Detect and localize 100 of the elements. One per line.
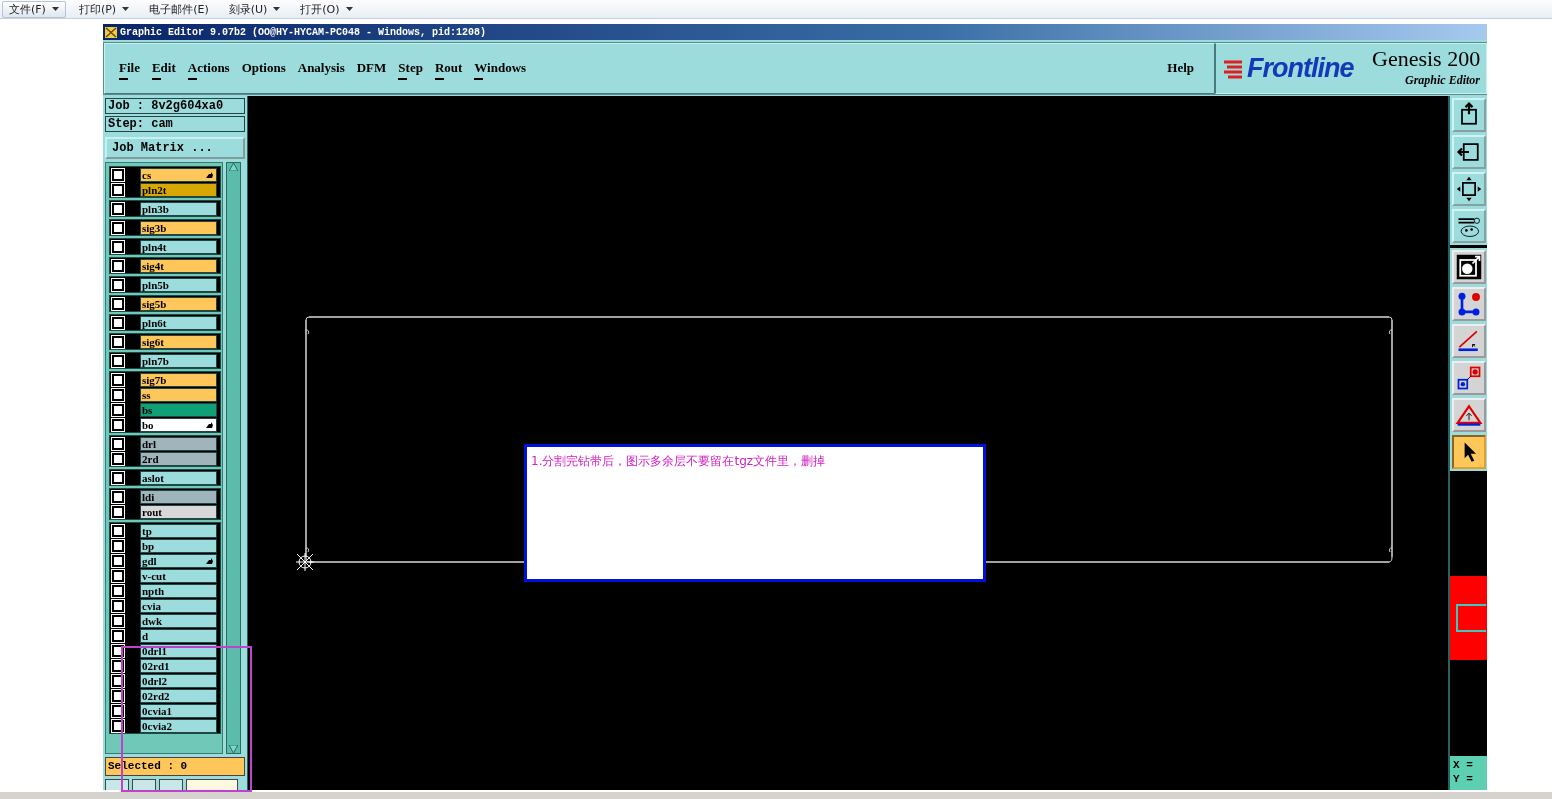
layer-checkbox[interactable]: [112, 704, 124, 717]
toolbar-menu-button[interactable]: 打印(P): [71, 0, 137, 18]
app-icon: [105, 26, 117, 38]
toolbar-menu-button[interactable]: 打开(O): [293, 0, 360, 18]
layer-name[interactable]: npth: [140, 583, 217, 598]
layer-checkbox[interactable]: [112, 278, 124, 291]
job-matrix-button[interactable]: Job Matrix ...: [105, 137, 245, 159]
help-menu[interactable]: Help: [1161, 56, 1200, 81]
layer-name[interactable]: aslot: [140, 470, 217, 485]
layer-checkbox[interactable]: [112, 689, 124, 702]
layer-name[interactable]: tp: [140, 523, 217, 538]
layer-name[interactable]: cs: [140, 167, 217, 182]
layer-checkbox[interactable]: [112, 674, 124, 687]
layer-checkbox[interactable]: [112, 221, 124, 234]
menu-item[interactable]: File: [113, 56, 146, 81]
layer-name[interactable]: sig3b: [140, 220, 217, 235]
menu-item[interactable]: Edit: [145, 56, 182, 81]
layer-checkbox[interactable]: [112, 297, 124, 310]
layer-checkbox[interactable]: [112, 629, 124, 642]
product-subtitle: Graphic Editor: [1405, 73, 1480, 88]
layer-name[interactable]: sig4t: [140, 258, 217, 273]
layer-name[interactable]: cvia: [140, 598, 217, 613]
layer-checkbox[interactable]: [112, 183, 124, 196]
layer-checkbox[interactable]: [112, 569, 124, 582]
layer-name[interactable]: dwk: [140, 613, 217, 628]
job-name: Job : 8v2g604xa0: [105, 98, 245, 114]
menu-item[interactable]: Actions: [181, 56, 236, 81]
layer-checkbox[interactable]: [112, 335, 124, 348]
layer-checkbox[interactable]: [112, 403, 124, 416]
layer-name[interactable]: gdl: [140, 553, 217, 568]
layer-name[interactable]: 0cvia1: [140, 703, 217, 718]
layer-name[interactable]: bs: [140, 402, 217, 417]
toolbar-menu-button[interactable]: 电子邮件(E): [142, 0, 216, 18]
small-button[interactable]: [132, 779, 156, 790]
menu-item[interactable]: Rout: [428, 56, 469, 81]
layer-checkbox[interactable]: [112, 584, 124, 597]
layer-name[interactable]: ldi: [140, 489, 217, 504]
layer-name[interactable]: pln5b: [140, 277, 217, 292]
layer-name[interactable]: 02rd1: [140, 658, 217, 673]
note-text: 1.分割完钻带后，图示多余层不要留在tgz文件里，删掉: [531, 454, 826, 468]
tool-button[interactable]: [1452, 435, 1486, 469]
dropdown-arrow-icon: [345, 7, 353, 11]
layer-checkbox[interactable]: [112, 490, 124, 503]
layer-checkbox[interactable]: [112, 505, 124, 518]
layer-name[interactable]: d: [140, 628, 217, 643]
y-coordinate: Y =: [1453, 772, 1474, 786]
layer-name[interactable]: 02rd2: [140, 688, 217, 703]
small-button[interactable]: [105, 779, 129, 790]
layer-checkbox[interactable]: [112, 437, 124, 450]
layer-checkbox[interactable]: [112, 471, 124, 484]
layer-checkbox[interactable]: [112, 539, 124, 552]
layer-checkbox[interactable]: [112, 719, 124, 732]
toolbar-menu-button[interactable]: 文件(F): [2, 0, 66, 18]
menu-item[interactable]: DFM: [350, 56, 393, 81]
layer-checkbox[interactable]: [112, 554, 124, 567]
layer-name[interactable]: pln7b: [140, 353, 217, 368]
layer-checkbox[interactable]: [112, 316, 124, 329]
menu-item[interactable]: Options: [235, 56, 292, 81]
layer-name[interactable]: pln6t: [140, 315, 217, 330]
layer-checkbox[interactable]: [112, 240, 124, 253]
menu-item[interactable]: Analysis: [291, 56, 351, 81]
layer-name[interactable]: sig5b: [140, 296, 217, 311]
toolbar-menu-button[interactable]: 刻录(U): [221, 0, 288, 18]
dropdown-arrow-icon: [51, 7, 59, 11]
layer-checkbox[interactable]: [112, 259, 124, 272]
layer-checkbox[interactable]: [112, 524, 124, 537]
menu-item[interactable]: Step: [392, 56, 429, 81]
layer-checkbox[interactable]: [112, 354, 124, 367]
layer-checkbox[interactable]: [112, 452, 124, 465]
window-title: Graphic Editor 9.07b2 (OO@HY-HYCAM-PC048 - Windows, pid:1208): [120, 26, 487, 38]
layer-name[interactable]: v-cut: [140, 568, 217, 583]
layer-checkbox[interactable]: [112, 659, 124, 672]
layer-checkbox[interactable]: [112, 418, 124, 431]
brand-logo: Frontline: [1247, 53, 1354, 84]
layer-checkbox[interactable]: [112, 373, 124, 386]
layer-checkbox[interactable]: [112, 644, 124, 657]
dropdown-arrow-icon: [273, 7, 281, 11]
layer-checkbox[interactable]: [112, 614, 124, 627]
layer-name[interactable]: ss: [140, 387, 217, 402]
layer-name[interactable]: 0cvia2: [140, 718, 217, 733]
layer-name[interactable]: pln3b: [140, 201, 217, 216]
menu-item[interactable]: Windows: [468, 56, 533, 81]
layer-checkbox[interactable]: [112, 599, 124, 612]
layer-name[interactable]: pln2t: [140, 182, 217, 197]
layer-name[interactable]: 0drl2: [140, 673, 217, 688]
layer-name[interactable]: bo: [140, 417, 217, 432]
layer-checkbox[interactable]: [112, 168, 124, 181]
layer-checkbox[interactable]: [112, 388, 124, 401]
small-button[interactable]: [159, 779, 183, 790]
layer-name[interactable]: pln4t: [140, 239, 217, 254]
layer-name[interactable]: sig6t: [140, 334, 217, 349]
layer-name[interactable]: sig7b: [140, 372, 217, 387]
layer-checkbox[interactable]: [112, 202, 124, 215]
scroll-up-icon: [229, 163, 238, 171]
scrollbar[interactable]: [226, 162, 241, 754]
layer-name[interactable]: rout: [140, 504, 217, 519]
layer-name[interactable]: 2rd: [140, 451, 217, 466]
input-field[interactable]: [186, 779, 238, 790]
layer-name[interactable]: drl: [140, 436, 217, 451]
layer-name[interactable]: bp: [140, 538, 217, 553]
